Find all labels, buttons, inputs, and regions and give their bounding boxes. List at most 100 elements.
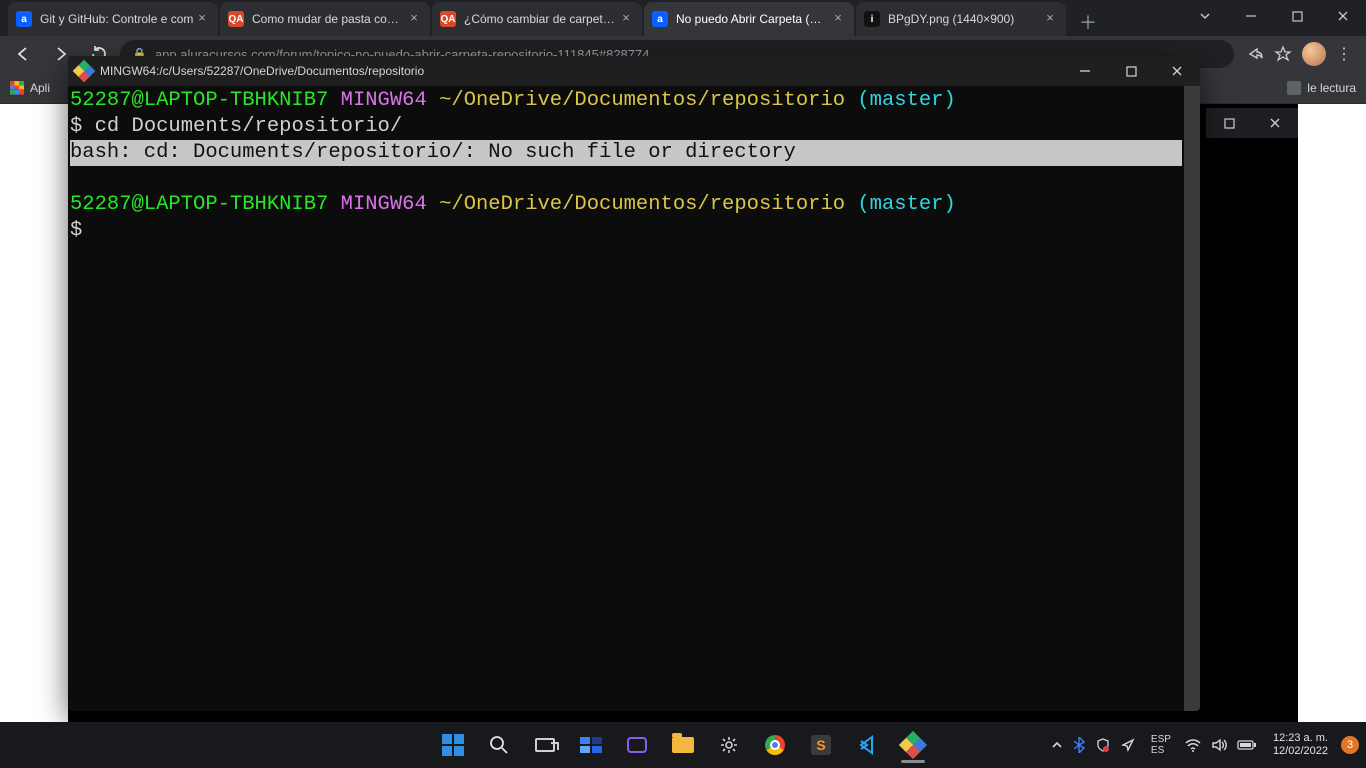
tab-como-cambiar[interactable]: QA ¿Cómo cambiar de carpeta c × (432, 2, 642, 36)
bookmark-star-icon[interactable] (1274, 45, 1292, 63)
gitbash-taskbar-button[interactable] (893, 725, 933, 765)
system-tray[interactable] (1041, 737, 1145, 753)
chrome-taskbar-button[interactable] (755, 725, 795, 765)
battery-icon (1237, 739, 1257, 751)
prompt-branch: (master) (857, 89, 955, 112)
security-icon[interactable] (1095, 737, 1111, 753)
vscode-icon (857, 735, 877, 755)
wifi-icon (1185, 738, 1201, 752)
close-icon[interactable] (1154, 56, 1200, 86)
location-icon[interactable] (1121, 738, 1135, 752)
profile-avatar[interactable] (1302, 42, 1326, 66)
tab-strip: a Git y GitHub: Controle e com × QA Como… (0, 0, 1366, 36)
apps-label: Apli (30, 81, 50, 95)
reading-list-button[interactable]: le lectura (1287, 81, 1356, 95)
clock-time: 12:23 a. m. (1273, 732, 1328, 745)
back-button[interactable] (6, 39, 40, 69)
language-indicator[interactable]: ESP ES (1145, 734, 1177, 756)
close-icon[interactable]: × (1042, 11, 1058, 27)
share-icon[interactable] (1246, 45, 1264, 63)
reading-list-label: le lectura (1307, 81, 1356, 95)
terminal-scrollbar[interactable] (1184, 86, 1200, 711)
typed-command: cd Documents/repositorio/ (95, 115, 403, 138)
folder-icon (672, 737, 694, 753)
start-button[interactable] (433, 725, 473, 765)
close-icon[interactable]: × (618, 11, 634, 27)
widgets-button[interactable] (571, 725, 611, 765)
gitbash-icon (899, 731, 927, 759)
minimize-icon[interactable] (1062, 56, 1108, 86)
tab-no-puedo-abrir[interactable]: a No puedo Abrir Carpeta (REF × (644, 2, 854, 36)
gitbash-titlebar[interactable]: MINGW64:/c/Users/52287/OneDrive/Document… (68, 56, 1200, 86)
close-icon[interactable]: × (406, 11, 422, 27)
overlay-close-icon[interactable] (1252, 108, 1298, 138)
clock[interactable]: 12:23 a. m. 12/02/2022 (1265, 732, 1336, 758)
tab-title: No puedo Abrir Carpeta (REF (676, 12, 830, 26)
sublime-icon: S (811, 735, 831, 755)
tab-title: BPgDY.png (1440×900) (888, 12, 1042, 26)
new-tab-button[interactable]: ＋ (1074, 8, 1102, 36)
chat-button[interactable] (617, 725, 657, 765)
close-icon[interactable] (1320, 0, 1366, 32)
task-view-button[interactable] (525, 725, 565, 765)
tab-title: Como mudar de pasta com c (252, 12, 406, 26)
error-line: bash: cd: Documents/repositorio/: No suc… (68, 140, 1200, 166)
prompt-line: 52287@LAPTOP-TBHKNIB7 MINGW64 ~/OneDrive… (68, 88, 1200, 114)
prompt-line: 52287@LAPTOP-TBHKNIB7 MINGW64 ~/OneDrive… (68, 192, 1200, 218)
terminal-body[interactable]: 52287@LAPTOP-TBHKNIB7 MINGW64 ~/OneDrive… (68, 86, 1200, 711)
clock-date: 12/02/2022 (1273, 745, 1328, 758)
gear-icon (719, 735, 739, 755)
menu-kebab-icon[interactable]: ⋮ (1336, 44, 1352, 64)
tab-title: Git y GitHub: Controle e com (40, 12, 194, 26)
task-view-icon (535, 738, 555, 752)
chrome-window-controls (1182, 0, 1366, 36)
favicon-qa-icon: QA (228, 11, 244, 27)
gitbash-window: MINGW64:/c/Users/52287/OneDrive/Document… (68, 56, 1200, 711)
gitbash-title: MINGW64:/c/Users/52287/OneDrive/Document… (100, 64, 424, 78)
settings-button[interactable] (709, 725, 749, 765)
tab-git-github[interactable]: a Git y GitHub: Controle e com × (8, 2, 218, 36)
bluetooth-icon[interactable] (1073, 737, 1085, 753)
network-volume-battery[interactable] (1177, 738, 1265, 752)
apps-grid-icon (10, 81, 24, 95)
favicon-alura-icon: a (16, 11, 32, 27)
prompt-env: MINGW64 (341, 193, 427, 216)
maximize-icon[interactable] (1108, 56, 1154, 86)
reading-list-icon (1287, 81, 1301, 95)
prompt-symbol: $ (70, 219, 82, 242)
prompt-user: 52287@LAPTOP-TBHKNIB7 (70, 193, 328, 216)
lang-bottom: ES (1151, 745, 1171, 756)
sublime-taskbar-button[interactable]: S (801, 725, 841, 765)
scrollbar-thumb[interactable] (1184, 86, 1200, 711)
close-icon[interactable]: × (194, 11, 210, 27)
prompt-user: 52287@LAPTOP-TBHKNIB7 (70, 89, 328, 112)
favicon-image-icon: i (864, 11, 880, 27)
command-line: $ cd Documents/repositorio/ (68, 114, 1200, 140)
windows-logo-icon (442, 734, 464, 756)
tab-image-bpgdy[interactable]: i BPgDY.png (1440×900) × (856, 2, 1066, 36)
widgets-icon (580, 737, 602, 753)
notifications-button[interactable]: 3 (1336, 722, 1364, 768)
notification-count: 3 (1341, 736, 1359, 754)
overlay-maximize-icon[interactable] (1206, 108, 1252, 138)
prompt-symbol: $ (70, 115, 95, 138)
taskbar: S ESP ES (0, 722, 1366, 768)
prompt-path: ~/OneDrive/Documentos/repositorio (439, 193, 845, 216)
prompt-env: MINGW64 (341, 89, 427, 112)
maximize-icon[interactable] (1274, 0, 1320, 32)
search-icon (489, 735, 509, 755)
minimize-icon[interactable] (1228, 0, 1274, 32)
vscode-taskbar-button[interactable] (847, 725, 887, 765)
file-explorer-button[interactable] (663, 725, 703, 765)
search-button[interactable] (479, 725, 519, 765)
prompt-path: ~/OneDrive/Documentos/repositorio (439, 89, 845, 112)
taskbar-right: ESP ES 12:23 a. m. 12/02/2022 3 (1041, 722, 1366, 768)
chrome-caret-down-icon[interactable] (1182, 0, 1228, 32)
prompt-branch: (master) (857, 193, 955, 216)
apps-shortcut[interactable]: Apli (10, 81, 50, 95)
tray-chevron-up-icon[interactable] (1051, 739, 1063, 751)
tab-como-mudar[interactable]: QA Como mudar de pasta com c × (220, 2, 430, 36)
prompt-ready-line: $ (68, 218, 1200, 244)
blank-line (68, 166, 1200, 192)
close-icon[interactable]: × (830, 11, 846, 27)
